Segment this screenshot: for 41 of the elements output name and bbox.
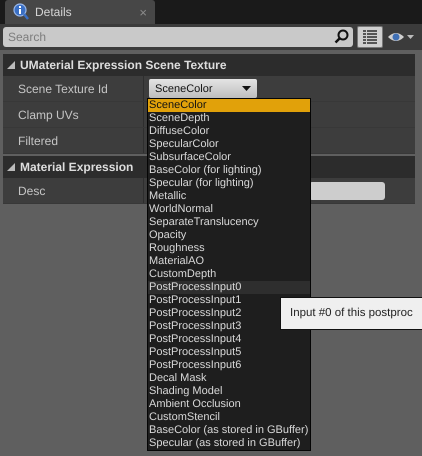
dropdown-option[interactable]: PostProcessInput4 <box>148 333 310 346</box>
property-label: Desc <box>17 184 46 198</box>
view-options-button[interactable] <box>357 26 383 48</box>
caret-icon <box>242 86 251 91</box>
eye-icon[interactable] <box>387 30 415 44</box>
dropdown-option[interactable]: DiffuseColor <box>148 125 310 138</box>
section-title: UMaterial Expression Scene Texture <box>20 58 227 72</box>
dropdown-option[interactable]: BaseColor (for lighting) <box>148 164 310 177</box>
dropdown-option[interactable]: PostProcessInput6 <box>148 359 310 372</box>
details-tab[interactable]: Details × <box>5 0 155 24</box>
dropdown-option[interactable]: WorldNormal <box>148 203 310 216</box>
dropdown-option[interactable]: SpecularColor <box>148 138 310 151</box>
dropdown-option[interactable]: Opacity <box>148 229 310 242</box>
tab-title: Details <box>35 5 73 19</box>
dropdown-option[interactable]: Roughness <box>148 242 310 255</box>
dropdown-option[interactable]: Specular (for lighting) <box>148 177 310 190</box>
dropdown-option[interactable]: SeparateTranslucency <box>148 216 310 229</box>
property-label: Filtered <box>17 134 60 148</box>
combo-box[interactable]: SceneColor <box>149 79 257 98</box>
dropdown-option[interactable]: CustomStencil <box>148 411 310 424</box>
search-field[interactable]: Search <box>3 27 353 47</box>
dropdown-option[interactable]: SceneDepth <box>148 112 310 125</box>
dropdown-option[interactable]: Decal Mask <box>148 372 310 385</box>
dropdown-option[interactable]: BaseColor (as stored in GBuffer) <box>148 424 310 437</box>
section-header[interactable]: UMaterial Expression Scene Texture <box>3 54 415 76</box>
dropdown-option[interactable]: Ambient Occlusion <box>148 398 310 411</box>
dropdown-option[interactable]: PostProcessInput5 <box>148 346 310 359</box>
tooltip: Input #0 of this postproc <box>280 297 422 330</box>
dropdown-option[interactable]: Shading Model <box>148 385 310 398</box>
section-title: Material Expression <box>20 160 134 174</box>
dropdown-option[interactable]: Specular (as stored in GBuffer) <box>148 437 310 450</box>
dropdown-option[interactable]: CustomDepth <box>148 268 310 281</box>
property-label: Clamp UVs <box>17 108 80 122</box>
dropdown-option[interactable]: SceneColor <box>148 99 310 112</box>
info-magnifier-icon <box>13 3 29 21</box>
property-label: Scene Texture Id <box>17 82 109 96</box>
text-field[interactable] <box>309 182 385 200</box>
search-icon <box>334 29 349 44</box>
dropdown-option[interactable]: Metallic <box>148 190 310 203</box>
dropdown-option[interactable]: PostProcessInput0 <box>148 281 310 294</box>
dropdown-option[interactable]: MaterialAO <box>148 255 310 268</box>
